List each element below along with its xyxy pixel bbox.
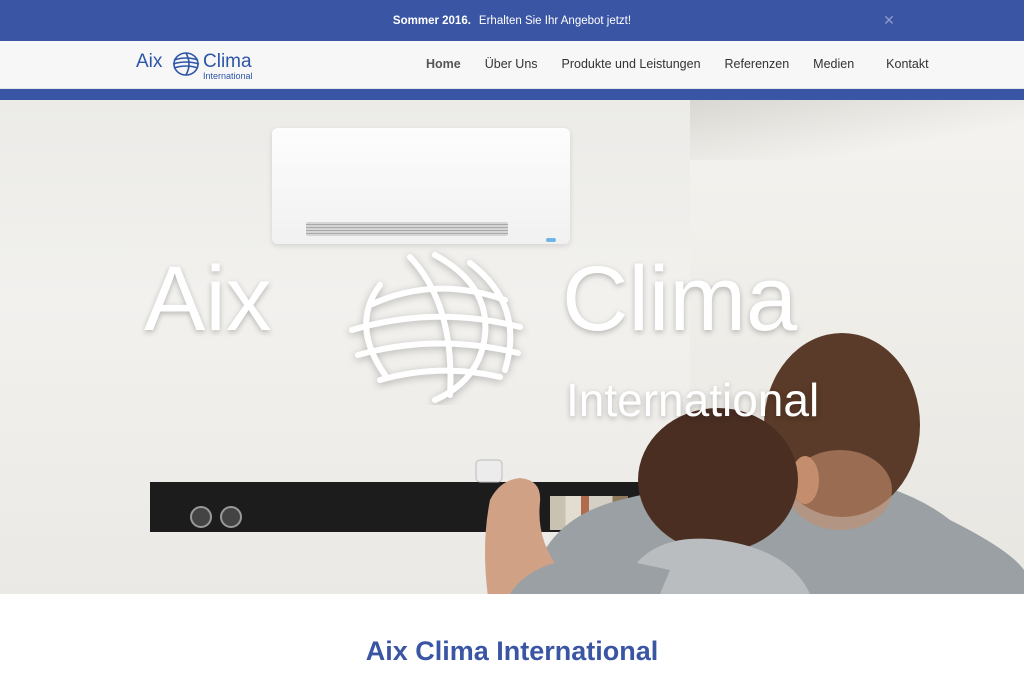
nav-kontakt[interactable]: Kontakt bbox=[886, 57, 928, 73]
close-icon[interactable]: ✕ bbox=[880, 11, 898, 29]
promo-link[interactable]: Erhalten Sie Ihr Angebot jetzt! bbox=[479, 15, 631, 27]
hero-logo-clima: Clima bbox=[562, 248, 798, 350]
promo-bar: Sommer 2016. Erhalten Sie Ihr Angebot je… bbox=[0, 0, 1024, 41]
hero-banner: Aix Clima International bbox=[0, 100, 1024, 594]
logo-word-international: International bbox=[203, 71, 253, 81]
accent-bar bbox=[0, 89, 1024, 100]
nav-home[interactable]: Home bbox=[426, 57, 461, 73]
nav-referenzen[interactable]: Referenzen bbox=[725, 57, 790, 73]
shelf-glass bbox=[220, 506, 242, 528]
logo-word-clima: Clima bbox=[203, 51, 252, 72]
air-conditioner-image bbox=[272, 128, 570, 244]
hero-logo: Aix Clima International bbox=[140, 245, 880, 435]
ac-indicator bbox=[546, 238, 556, 242]
header-nav: Aix Clima International Home Über Uns Pr… bbox=[0, 41, 1024, 89]
hero-logo-aix: Aix bbox=[144, 248, 272, 350]
nav-medien[interactable]: Medien bbox=[813, 57, 854, 73]
hero-ceiling bbox=[690, 100, 1024, 160]
ac-vent bbox=[306, 222, 508, 236]
section-title: Aix Clima International bbox=[365, 636, 659, 666]
shelf-glass bbox=[190, 506, 212, 528]
logo-word-aix: Aix bbox=[136, 51, 163, 72]
globe-icon bbox=[349, 252, 523, 403]
hero-logo-international: International bbox=[566, 374, 820, 426]
nav-produkte[interactable]: Produkte und Leistungen bbox=[562, 57, 701, 73]
main-menu: Home Über Uns Produkte und Leistungen Re… bbox=[426, 57, 929, 73]
promo-headline: Sommer 2016. bbox=[392, 14, 471, 27]
globe-icon bbox=[172, 52, 200, 76]
site-logo[interactable]: Aix Clima International bbox=[136, 49, 260, 81]
nav-ueber-uns[interactable]: Über Uns bbox=[485, 57, 538, 73]
